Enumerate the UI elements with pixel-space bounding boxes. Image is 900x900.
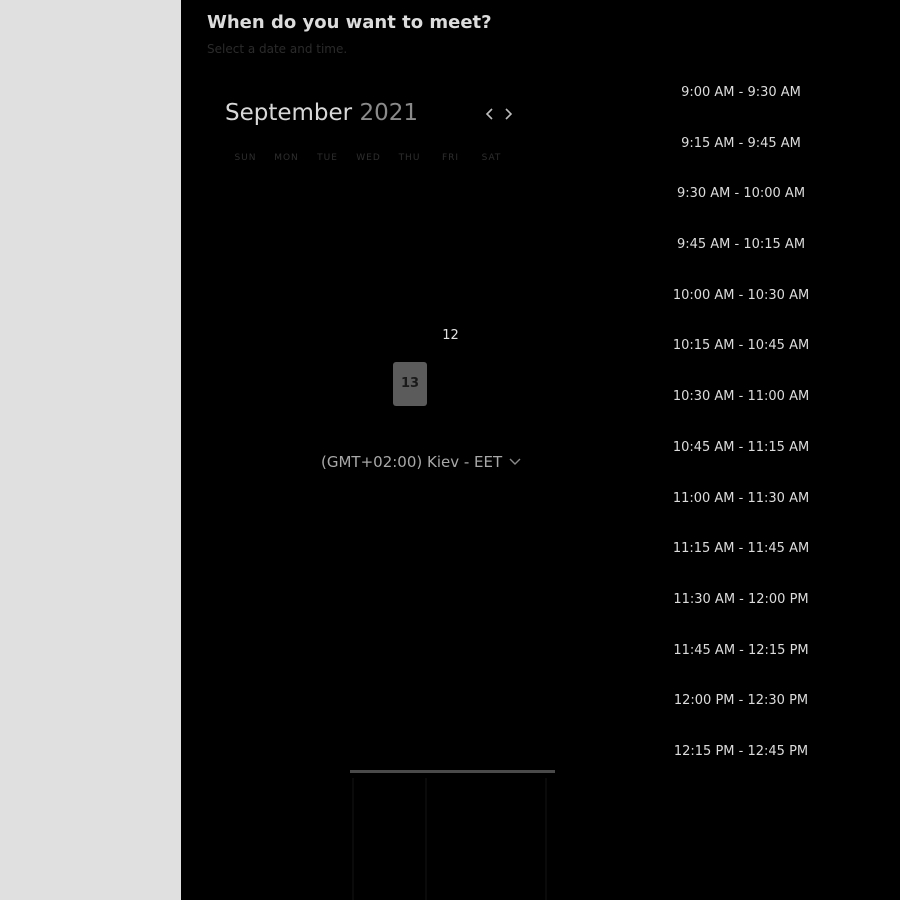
next-month-button[interactable] [499,104,517,124]
chevron-right-icon [505,108,513,120]
timezone-select[interactable]: (GMT+02:00) Kiev - EET [313,448,525,476]
weekday-mon: MON [274,153,299,163]
divider [425,778,427,900]
time-slot[interactable]: 11:15 AM - 11:45 AM [671,526,811,577]
time-slot-list: 9:00 AM - 9:30 AM 9:15 AM - 9:45 AM 9:30… [671,70,811,780]
time-slot[interactable]: 10:15 AM - 10:45 AM [671,323,811,374]
time-slot[interactable]: 10:45 AM - 11:15 AM [671,425,811,476]
time-slot[interactable]: 9:30 AM - 10:00 AM [671,171,811,222]
time-slot[interactable]: 9:00 AM - 9:30 AM [671,70,811,121]
calendar-month: September [225,100,353,126]
page-title: When do you want to meet? [207,12,492,33]
time-slot[interactable]: 11:00 AM - 11:30 AM [671,476,811,527]
calendar-year: 2021 [359,100,418,126]
left-margin [0,0,181,900]
divider [352,778,354,900]
weekday-tue: TUE [317,153,338,163]
time-slot[interactable]: 12:00 PM - 12:30 PM [671,678,811,729]
divider [350,770,555,773]
day-12[interactable]: 12 [430,321,471,351]
time-slot[interactable]: 12:15 PM - 12:45 PM [671,729,811,780]
weekday-thu: THU [398,153,421,163]
timezone-label: (GMT+02:00) Kiev - EET [321,453,503,471]
day-13-selected[interactable]: 13 [393,362,427,406]
weekday-fri: FRI [441,153,460,163]
chevron-down-icon [509,458,521,465]
time-slot[interactable]: 11:45 AM - 12:15 PM [671,628,811,679]
previous-month-button[interactable] [481,104,499,124]
chevron-left-icon [485,108,493,120]
page-subtitle: Select a date and time. [207,42,348,56]
scheduler-panel: When do you want to meet? Select a date … [181,0,900,900]
time-slot[interactable]: 11:30 AM - 12:00 PM [671,577,811,628]
calendar-month-label: September 2021 [225,100,418,126]
time-slot[interactable]: 10:30 AM - 11:00 AM [671,374,811,425]
weekday-sun: SUN [234,153,257,163]
weekday-sat: SAT [481,153,502,163]
weekday-wed: WED [356,153,381,163]
divider [545,778,547,900]
time-slot[interactable]: 9:45 AM - 10:15 AM [671,222,811,273]
time-slot[interactable]: 9:15 AM - 9:45 AM [671,121,811,172]
time-slot[interactable]: 10:00 AM - 10:30 AM [671,273,811,324]
